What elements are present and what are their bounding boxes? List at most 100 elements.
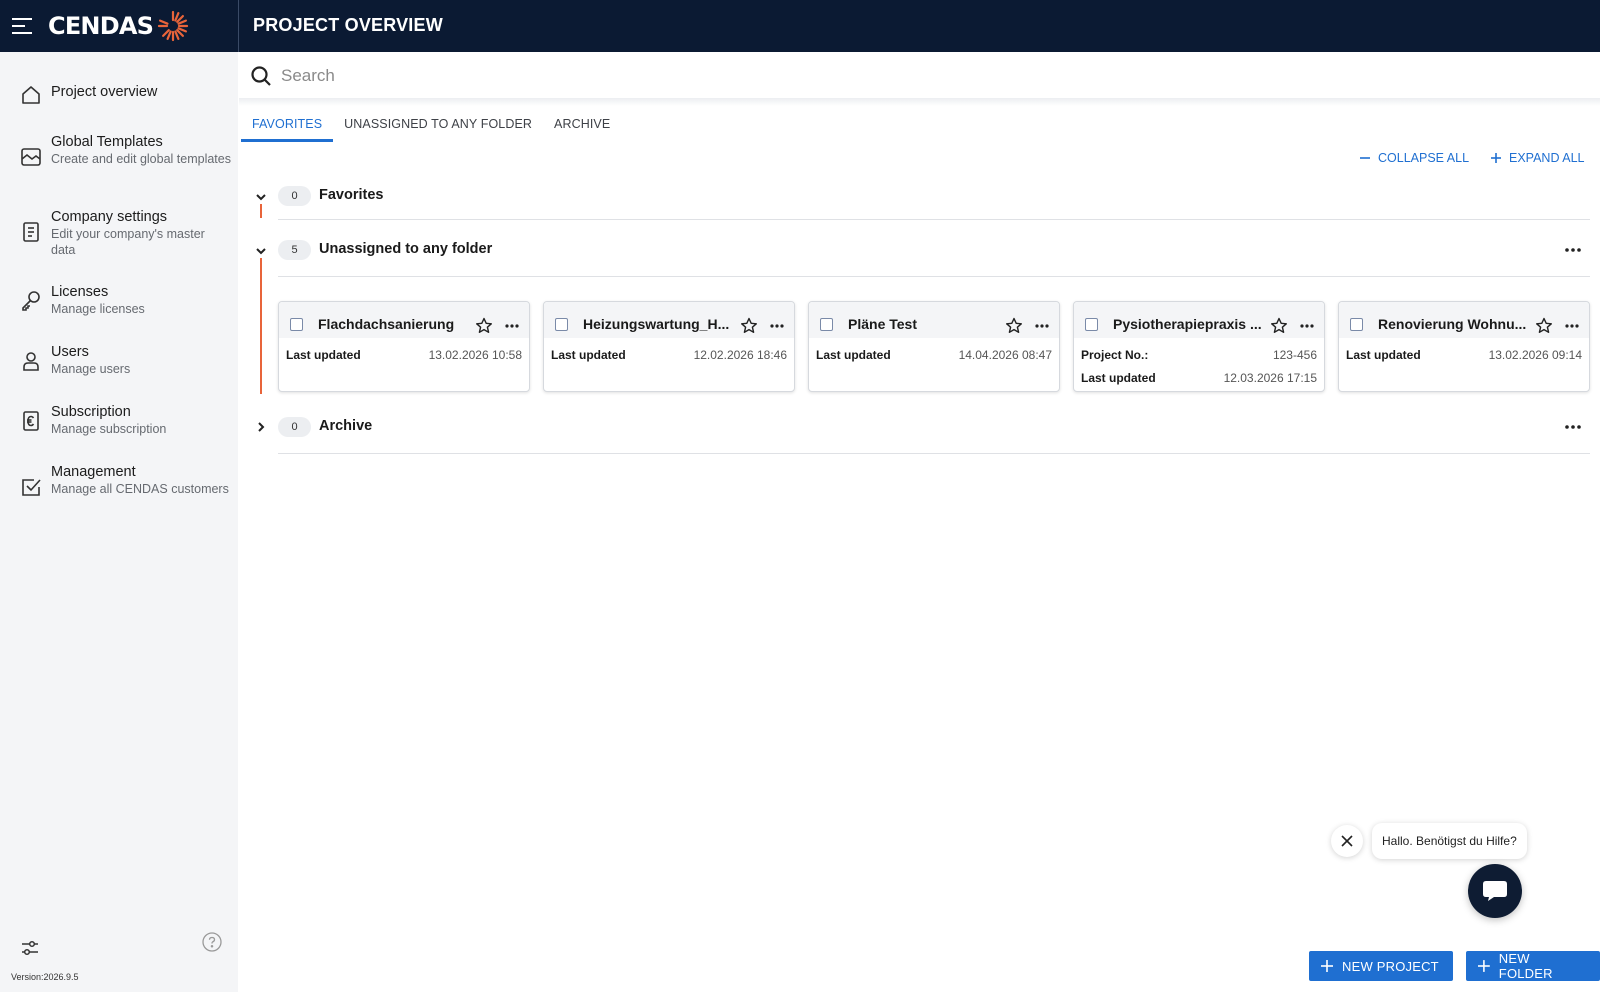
sliders-settings-icon[interactable] <box>18 936 42 960</box>
more-options-icon[interactable] <box>1562 243 1584 257</box>
expand-all-label: EXPAND ALL <box>1509 151 1585 165</box>
detail-key: Project No.: <box>1081 348 1149 362</box>
sidebar-item-label: Global Templates <box>51 134 163 150</box>
detail-key: Last updated <box>1081 371 1156 385</box>
project-checkbox[interactable] <box>1350 318 1363 331</box>
collapse-all-button[interactable]: COLLAPSE ALL <box>1360 151 1469 165</box>
favorites-section-title[interactable]: Favorites <box>319 187 383 203</box>
search-icon <box>251 66 271 86</box>
more-options-icon[interactable] <box>1033 320 1051 332</box>
search-input[interactable] <box>281 62 1481 90</box>
project-checkbox[interactable] <box>555 318 568 331</box>
more-options-icon[interactable] <box>1298 320 1316 332</box>
star-icon[interactable] <box>1535 317 1553 335</box>
tab-archive[interactable]: ARCHIVE <box>543 112 621 142</box>
chevron-down-icon[interactable] <box>254 244 268 258</box>
project-card[interactable]: Renovierung Wohnu... Last updated 13.02.… <box>1338 301 1590 392</box>
chat-greeting-bubble[interactable]: Hallo. Benötigst du Hilfe? <box>1372 823 1527 859</box>
sidebar-item-global-templates[interactable]: Global Templates Create and edit global … <box>0 133 238 185</box>
plus-icon <box>1478 960 1490 972</box>
minus-icon <box>1360 157 1370 159</box>
sidebar-item-label: Management <box>51 464 136 480</box>
project-title: Pläne Test <box>848 316 917 332</box>
more-options-icon[interactable] <box>503 320 521 332</box>
more-options-icon[interactable] <box>1563 320 1581 332</box>
star-icon[interactable] <box>475 317 493 335</box>
home-icon <box>22 86 40 104</box>
collapse-all-label: COLLAPSE ALL <box>1378 151 1470 165</box>
sidebar-item-label: Subscription <box>51 404 131 420</box>
plus-icon <box>1321 960 1333 972</box>
project-title: Pysiotherapiepraxis ... <box>1113 316 1262 332</box>
more-options-icon[interactable] <box>768 320 786 332</box>
detail-key: Last updated <box>286 348 361 362</box>
project-card[interactable]: Flachdachsanierung Last updated 13.02.20… <box>278 301 530 392</box>
detail-value: 12.03.2026 17:15 <box>1223 371 1317 385</box>
search-divider <box>239 98 1600 106</box>
header-divider <box>238 0 239 52</box>
expand-all-button[interactable]: EXPAND ALL <box>1491 151 1585 165</box>
project-detail-row: Last updated 12.02.2026 18:46 <box>551 348 787 362</box>
detail-value: 13.02.2026 10:58 <box>428 348 522 362</box>
new-folder-button[interactable]: NEW FOLDER <box>1466 951 1600 981</box>
search-bar <box>239 52 1600 100</box>
chat-bubble-icon <box>1483 881 1507 901</box>
sidebar-item-description: Manage licenses <box>51 302 145 316</box>
sidebar-item-management[interactable]: Management Manage all CENDAS customers <box>0 463 238 515</box>
project-detail-row: Last updated 12.03.2026 17:15 <box>1081 371 1317 385</box>
sidebar-item-licenses[interactable]: Licenses Manage licenses <box>0 283 238 319</box>
chevron-down-icon[interactable] <box>254 190 268 204</box>
hamburger-menu-icon[interactable] <box>11 15 35 37</box>
unassigned-count-badge: 5 <box>278 240 311 260</box>
project-checkbox[interactable] <box>290 318 303 331</box>
project-detail-row: Last updated 13.02.2026 09:14 <box>1346 348 1582 362</box>
tab-favorites[interactable]: FAVORITES <box>241 112 334 142</box>
sidebar-item-label: Company settings <box>51 209 168 225</box>
logo-text: CENDAS <box>48 12 154 40</box>
plus-icon <box>1491 153 1501 163</box>
section-divider <box>278 276 1590 277</box>
project-checkbox[interactable] <box>1085 318 1098 331</box>
logo-burst-icon <box>157 10 189 42</box>
star-icon[interactable] <box>1005 317 1023 335</box>
chat-close-button[interactable] <box>1331 825 1363 857</box>
star-icon[interactable] <box>740 317 758 335</box>
new-project-button[interactable]: NEW PROJECT <box>1309 951 1453 981</box>
project-card[interactable]: Pysiotherapiepraxis ... Project No.: 123… <box>1073 301 1325 392</box>
star-icon[interactable] <box>1270 317 1288 335</box>
more-options-icon[interactable] <box>1562 420 1584 434</box>
project-title: Renovierung Wohnu... <box>1378 316 1527 332</box>
section-divider <box>278 219 1590 220</box>
unassigned-section-title[interactable]: Unassigned to any folder <box>319 241 492 257</box>
sidebar-item-subscription[interactable]: Subscription Manage subscription <box>0 403 238 439</box>
detail-key: Last updated <box>1346 348 1421 362</box>
project-detail-row: Project No.: 123-456 <box>1081 348 1317 362</box>
detail-key: Last updated <box>551 348 626 362</box>
cendas-logo[interactable]: CENDAS <box>48 8 189 44</box>
template-icon <box>21 148 41 166</box>
section-divider <box>278 453 1590 454</box>
chevron-right-icon[interactable] <box>254 420 268 434</box>
favorites-count-badge: 0 <box>278 186 311 206</box>
archive-section-title[interactable]: Archive <box>319 418 372 434</box>
sidebar-item-description: Edit your company's master data <box>51 227 205 257</box>
tab-unassigned[interactable]: UNASSIGNED TO ANY FOLDER <box>333 112 543 142</box>
euro-document-icon <box>23 411 39 431</box>
project-title: Flachdachsanierung <box>318 316 455 332</box>
help-icon[interactable] <box>201 931 223 953</box>
project-card[interactable]: Heizungswartung_H... Last updated 12.02.… <box>543 301 795 392</box>
detail-value: 123-456 <box>1272 348 1317 362</box>
project-checkbox[interactable] <box>820 318 833 331</box>
sidebar-item-project-overview[interactable]: Project overview <box>0 83 238 113</box>
project-card[interactable]: Pläne Test Last updated 14.04.2026 08:47 <box>808 301 1060 392</box>
project-detail-row: Last updated 13.02.2026 10:58 <box>286 348 522 362</box>
sidebar-item-users[interactable]: Users Manage users <box>0 343 238 379</box>
detail-key: Last updated <box>816 348 891 362</box>
close-icon <box>1341 835 1353 847</box>
sidebar-item-company-settings[interactable]: Company settings Edit your company's mas… <box>0 208 238 260</box>
chat-launcher-button[interactable] <box>1468 864 1522 918</box>
sidebar-item-description: Manage users <box>51 362 131 376</box>
sidebar-item-label: Licenses <box>51 284 109 300</box>
project-title: Heizungswartung_H... <box>583 316 730 332</box>
sidebar-item-description: Create and edit global templates <box>51 152 231 166</box>
